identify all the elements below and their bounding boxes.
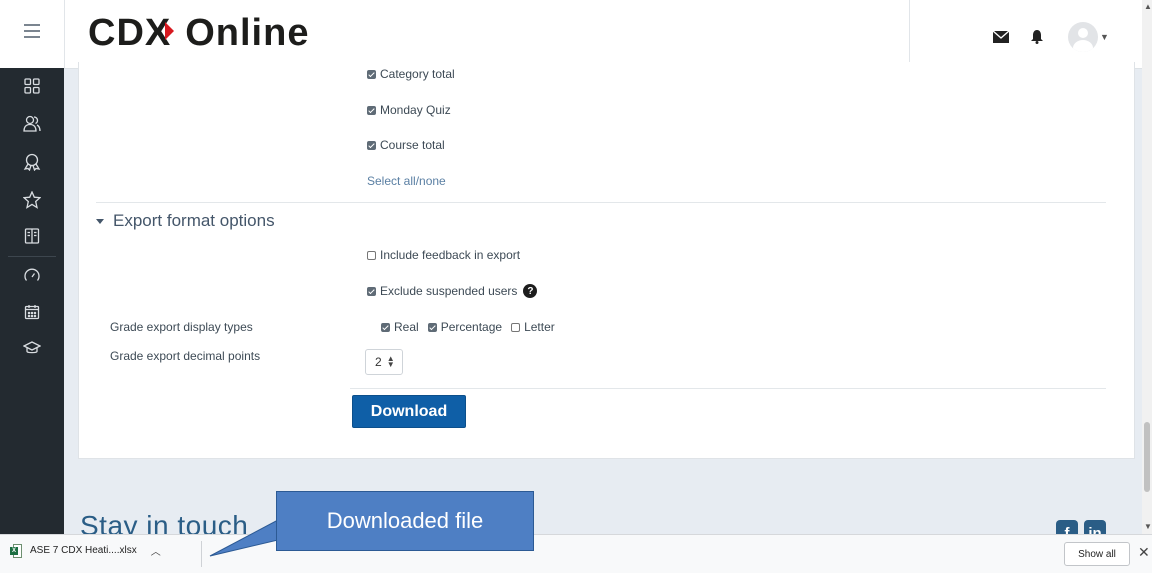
select-all-none-link[interactable]: Select all/none: [367, 174, 446, 188]
checkbox-exclude-suspended[interactable]: [367, 286, 376, 296]
download-button[interactable]: Download: [352, 395, 466, 428]
sidebar-divider: [8, 256, 56, 257]
participants-icon[interactable]: [22, 114, 42, 134]
grade-item-label: Category total: [380, 67, 455, 81]
excel-file-icon: X: [10, 543, 22, 558]
exclude-suspended-label: Exclude suspended users: [380, 284, 518, 298]
display-type-options: Real Percentage Letter: [381, 320, 555, 334]
decimal-points-select[interactable]: 2 ▲ ▼: [365, 349, 403, 375]
nav-drawer-sidebar: [0, 68, 64, 534]
section-divider: [96, 202, 1106, 203]
dashboard-gauge-icon[interactable]: [22, 266, 42, 286]
checkbox-percentage[interactable]: [427, 322, 437, 332]
include-feedback-label: Include feedback in export: [380, 248, 521, 262]
badges-icon[interactable]: [22, 152, 42, 172]
display-type-real-label: Real: [394, 320, 419, 334]
site-logo[interactable]: CDX Online: [88, 10, 309, 56]
browser-download-bar: X ASE 7 CDX Heati....xlsx ︿ Show all ✕: [0, 534, 1152, 573]
checkbox-monday-quiz[interactable]: [367, 105, 376, 115]
page-scrollbar[interactable]: ▲ ▼: [1142, 0, 1152, 534]
grade-item-monday-quiz[interactable]: Monday Quiz: [367, 103, 451, 117]
downloaded-file-name[interactable]: ASE 7 CDX Heati....xlsx: [30, 545, 137, 556]
calendar-icon[interactable]: [22, 302, 42, 322]
top-navbar: CDX Online ▼: [0, 0, 1142, 69]
hamburger-menu-icon[interactable]: [24, 24, 40, 38]
form-divider: [350, 388, 1106, 389]
exclude-suspended-option[interactable]: Exclude suspended users ?: [367, 284, 538, 298]
checkbox-letter[interactable]: [511, 322, 521, 332]
messages-envelope-icon[interactable]: [990, 26, 1012, 48]
export-form-card: [78, 62, 1135, 459]
checkbox-category-total[interactable]: [367, 69, 376, 79]
grade-item-category-total[interactable]: Category total: [367, 67, 455, 81]
grade-item-label: Monday Quiz: [380, 103, 451, 117]
checkbox-real[interactable]: [381, 322, 390, 332]
navbar-icons: ▼: [990, 22, 1109, 52]
display-types-label: Grade export display types: [110, 320, 253, 334]
decimal-points-value: 2: [375, 355, 382, 369]
download-item-separator: [201, 541, 202, 567]
include-feedback-option[interactable]: Include feedback in export: [367, 248, 520, 262]
grades-book-icon[interactable]: [22, 226, 42, 246]
select-updown-icon: ▲ ▼: [386, 354, 395, 369]
help-question-icon[interactable]: ?: [523, 284, 538, 298]
close-download-bar-icon[interactable]: ✕: [1138, 544, 1150, 561]
file-options-chevron-up-icon[interactable]: ︿: [151, 543, 161, 558]
navbar-divider-right: [909, 0, 910, 68]
display-type-percentage-label: Percentage: [440, 320, 503, 334]
decimal-points-label: Grade export decimal points: [110, 349, 261, 363]
section-title-text: Export format options: [113, 211, 275, 230]
checkbox-course-total[interactable]: [367, 140, 376, 150]
select-all-none-text[interactable]: Select all/none: [367, 174, 446, 188]
annotation-callout: Downloaded file: [276, 491, 534, 551]
user-avatar[interactable]: [1068, 22, 1098, 52]
scroll-down-arrow-icon[interactable]: ▼: [1144, 522, 1152, 531]
logo-cdx-text: CDX: [88, 11, 175, 54]
collapse-caret-icon[interactable]: [96, 218, 104, 224]
user-menu-chevron-down-icon[interactable]: ▼: [1100, 32, 1109, 42]
my-courses-cap-icon[interactable]: [22, 338, 42, 358]
checkbox-include-feedback[interactable]: [367, 250, 376, 260]
navbar-divider: [64, 0, 65, 68]
logo-online-text: Online: [185, 11, 310, 54]
grade-item-label: Course total: [380, 138, 445, 152]
scroll-up-arrow-icon[interactable]: ▲: [1144, 2, 1152, 11]
grade-item-course-total[interactable]: Course total: [367, 138, 445, 152]
scrollbar-thumb[interactable]: [1144, 422, 1150, 492]
downloaded-file-item[interactable]: X ASE 7 CDX Heati....xlsx ︿: [10, 543, 161, 558]
display-type-letter-label: Letter: [524, 320, 555, 334]
show-all-button[interactable]: Show all: [1064, 542, 1130, 566]
notifications-bell-icon[interactable]: [1026, 26, 1048, 48]
export-format-options-header[interactable]: Export format options: [96, 211, 275, 231]
competencies-star-icon[interactable]: [22, 190, 42, 210]
dashboard-grid-icon[interactable]: [22, 76, 42, 96]
